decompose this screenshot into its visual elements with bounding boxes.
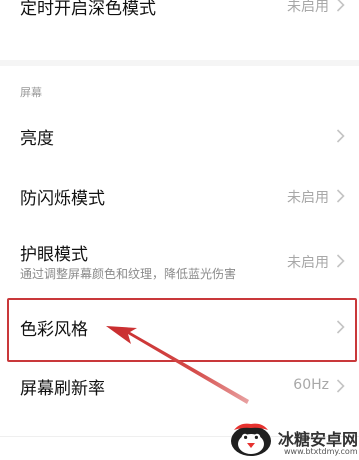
settings-row-eye-care-mode[interactable]: 护眼模式 通过调整屏幕颜色和纹理，降低蓝光伤害 未启用 xyxy=(0,232,359,292)
row-value: 未启用 xyxy=(287,190,329,206)
chevron-right-icon xyxy=(336,189,345,203)
row-title: 防闪烁模式 xyxy=(20,189,105,209)
row-value: 未启用 xyxy=(287,0,329,15)
penguin-logo-icon xyxy=(231,423,271,456)
section-divider xyxy=(0,60,359,66)
chevron-right-icon xyxy=(336,0,345,12)
watermark-url: www.btxtdmy.com xyxy=(284,447,358,456)
watermark-logo: 冰糖安卓网 www.btxtdmy.com xyxy=(228,420,358,458)
settings-screen: 定时开启深色模式 未启用 屏幕 亮度 防闪烁模式 未启用 护眼模式 通过调整屏幕… xyxy=(0,0,359,460)
chevron-right-icon xyxy=(336,379,345,393)
row-title: 屏幕刷新率 xyxy=(20,379,105,399)
highlight-box xyxy=(7,298,357,362)
row-title: 护眼模式 xyxy=(20,245,88,265)
settings-row-refresh-rate[interactable]: 屏幕刷新率 60Hz xyxy=(0,364,359,414)
section-header-screen: 屏幕 xyxy=(20,86,42,99)
row-value: 未启用 xyxy=(287,255,329,271)
row-subtitle: 通过调整屏幕颜色和纹理，降低蓝光伤害 xyxy=(20,267,237,281)
chevron-right-icon xyxy=(336,129,345,143)
chevron-right-icon xyxy=(336,254,345,268)
row-title: 亮度 xyxy=(20,129,54,149)
settings-row-scheduled-dark-mode[interactable]: 定时开启深色模式 未启用 xyxy=(0,0,359,26)
row-value: 60Hz xyxy=(293,377,329,393)
row-title: 定时开启深色模式 xyxy=(20,0,156,19)
settings-row-flicker-mode[interactable]: 防闪烁模式 未启用 xyxy=(0,172,359,222)
settings-row-brightness[interactable]: 亮度 xyxy=(0,112,359,162)
